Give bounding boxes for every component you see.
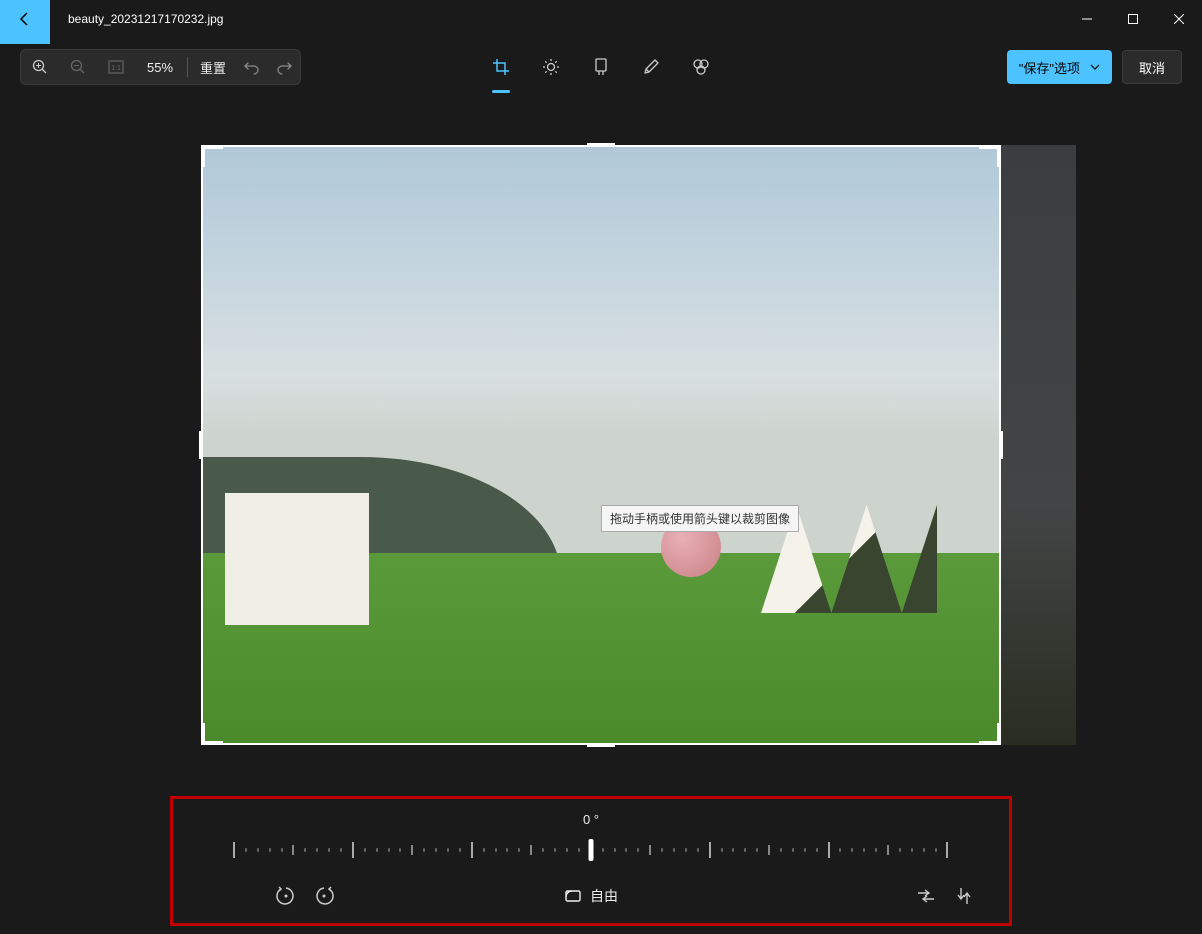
- rotation-slider[interactable]: [203, 835, 979, 865]
- rotate-cw-button[interactable]: [311, 883, 337, 909]
- image-preview[interactable]: 拖动手柄或使用箭头键以裁剪图像: [201, 145, 1001, 745]
- minimize-button[interactable]: [1064, 0, 1110, 38]
- aspect-icon: [564, 887, 582, 905]
- undo-icon: [244, 59, 260, 75]
- aspect-ratio-button[interactable]: 自由: [564, 886, 618, 906]
- save-options-button[interactable]: "保存"选项: [1007, 50, 1112, 84]
- zoom-in-button[interactable]: [21, 49, 59, 85]
- rotate-cw-icon: [314, 886, 334, 906]
- rotate-ccw-button[interactable]: [273, 883, 299, 909]
- action-buttons: "保存"选项 取消: [1007, 50, 1182, 84]
- canvas-area: 拖动手柄或使用箭头键以裁剪图像: [0, 96, 1202, 794]
- tab-filter[interactable]: [590, 47, 612, 87]
- flip-vertical-button[interactable]: [953, 885, 975, 907]
- edit-mode-tabs: [490, 47, 712, 87]
- reset-button[interactable]: 重置: [190, 49, 236, 85]
- bottom-controls: 自由: [203, 881, 979, 911]
- zoom-value[interactable]: 55%: [135, 60, 185, 75]
- zoom-out-icon: [70, 59, 86, 75]
- window-title: beauty_20231217170232.jpg: [68, 12, 223, 26]
- crop-controls-panel: 0 ° 自由: [170, 796, 1012, 926]
- brightness-icon: [542, 58, 560, 76]
- crop-tooltip: 拖动手柄或使用箭头键以裁剪图像: [601, 505, 799, 532]
- flip-v-icon: [957, 887, 971, 905]
- pen-icon: [642, 58, 660, 76]
- chevron-down-icon: [1090, 62, 1100, 72]
- redo-button[interactable]: [268, 49, 300, 85]
- filter-icon: [593, 58, 609, 76]
- main-toolbar: 1:1 55% 重置 "保存"选项: [0, 38, 1202, 96]
- retouch-icon: [692, 58, 710, 76]
- close-icon: [1174, 14, 1184, 24]
- rotation-thumb[interactable]: [589, 839, 594, 861]
- fit-icon: 1:1: [108, 60, 124, 74]
- tab-retouch[interactable]: [690, 47, 712, 87]
- window-controls: [1064, 0, 1202, 38]
- titlebar: beauty_20231217170232.jpg: [0, 0, 1202, 38]
- svg-text:1:1: 1:1: [111, 65, 121, 72]
- minimize-icon: [1082, 14, 1092, 24]
- flip-h-icon: [917, 889, 935, 903]
- zoom-fit-button[interactable]: 1:1: [97, 49, 135, 85]
- redo-icon: [276, 59, 292, 75]
- maximize-button[interactable]: [1110, 0, 1156, 38]
- rotate-ccw-icon: [276, 886, 296, 906]
- close-button[interactable]: [1156, 0, 1202, 38]
- save-label: "保存"选项: [1019, 58, 1080, 77]
- zoom-out-button[interactable]: [59, 49, 97, 85]
- rotation-degree-label: 0 °: [203, 812, 979, 827]
- maximize-icon: [1128, 14, 1138, 24]
- tab-crop[interactable]: [490, 47, 512, 87]
- zoom-controls: 1:1 55% 重置: [20, 49, 301, 85]
- tab-adjust[interactable]: [540, 47, 562, 87]
- aspect-label: 自由: [590, 886, 618, 906]
- divider: [187, 57, 188, 77]
- cancel-button[interactable]: 取消: [1122, 50, 1182, 84]
- crop-icon: [492, 58, 510, 76]
- arrow-left-icon: [17, 11, 33, 27]
- tab-markup[interactable]: [640, 47, 662, 87]
- undo-button[interactable]: [236, 49, 268, 85]
- flip-horizontal-button[interactable]: [915, 885, 937, 907]
- zoom-in-icon: [32, 59, 48, 75]
